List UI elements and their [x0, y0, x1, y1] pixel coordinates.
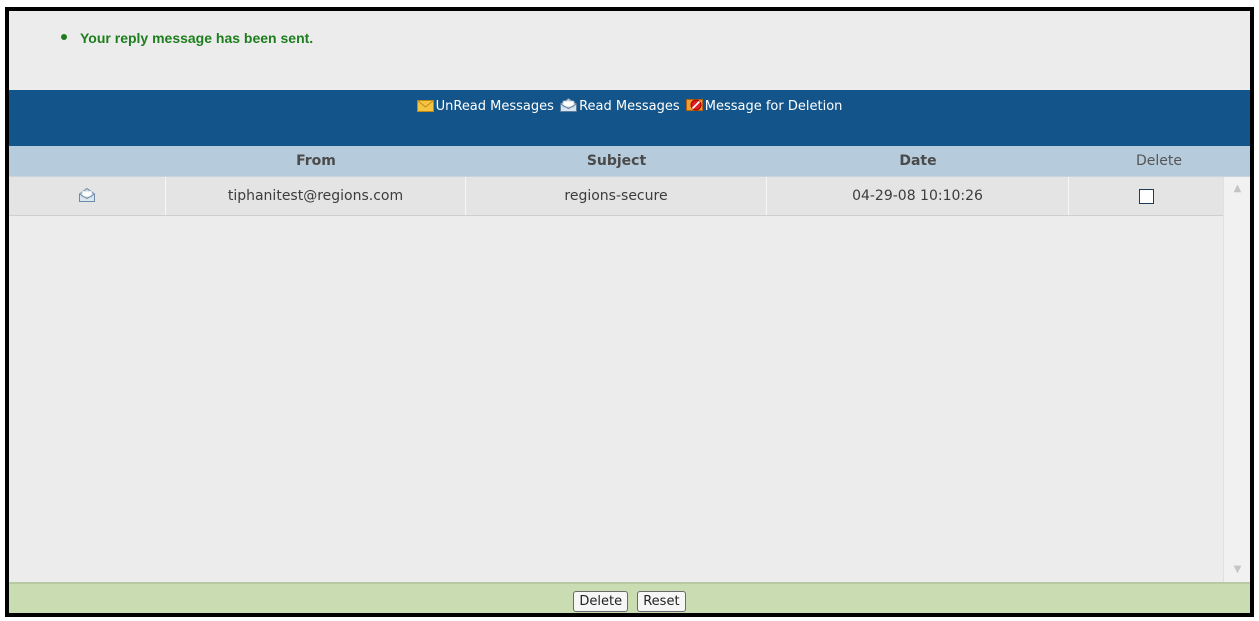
message-list: tiphanitest@regions.com regions-secure 0…: [9, 177, 1250, 582]
open-envelope-icon: [79, 187, 95, 202]
subject-column-header[interactable]: Subject: [466, 146, 767, 176]
row-date: 04-29-08 10:10:26: [767, 177, 1069, 215]
table-row[interactable]: tiphanitest@regions.com regions-secure 0…: [9, 177, 1223, 216]
vertical-scrollbar[interactable]: ▲ ▼: [1223, 177, 1250, 582]
scroll-up-arrow-icon[interactable]: ▲: [1227, 179, 1248, 199]
status-message: Your reply message has been sent.: [61, 30, 313, 46]
message-filter-bar: UnRead Messages Read Messages Message fo…: [9, 90, 1250, 146]
unread-messages-link[interactable]: UnRead Messages: [416, 99, 554, 114]
status-area: Your reply message has been sent.: [9, 11, 1250, 90]
row-from[interactable]: tiphanitest@regions.com: [166, 177, 466, 215]
message-panel: Your reply message has been sent. UnRead…: [5, 7, 1254, 617]
row-delete-cell: [1069, 177, 1223, 215]
reset-button[interactable]: Reset: [637, 591, 686, 612]
delete-column-header: Delete: [1136, 153, 1182, 169]
action-bar: Delete Reset: [9, 582, 1250, 613]
date-column-header[interactable]: Date: [767, 146, 1069, 176]
open-envelope-icon: [560, 97, 578, 112]
delete-button[interactable]: Delete: [573, 591, 629, 612]
read-messages-label: Read Messages: [579, 99, 680, 114]
message-for-deletion-label: Message for Deletion: [704, 99, 843, 114]
unread-messages-label: UnRead Messages: [435, 99, 554, 114]
from-column-header[interactable]: From: [166, 146, 466, 176]
message-for-deletion-link[interactable]: Message for Deletion: [685, 98, 843, 114]
delete-mark-icon: [685, 99, 703, 111]
row-subject[interactable]: regions-secure: [466, 177, 767, 215]
message-filter-links: UnRead Messages Read Messages Message fo…: [9, 97, 1250, 114]
table-header: From Subject Date Delete: [9, 146, 1250, 177]
delete-checkbox[interactable]: [1138, 188, 1154, 204]
status-message-text: Your reply message has been sent.: [80, 30, 314, 46]
read-messages-link[interactable]: Read Messages: [560, 97, 680, 114]
scroll-down-arrow-icon[interactable]: ▼: [1227, 560, 1248, 580]
row-status-cell: [9, 177, 166, 215]
closed-envelope-icon: [416, 100, 434, 112]
bullet-icon: [61, 34, 67, 41]
